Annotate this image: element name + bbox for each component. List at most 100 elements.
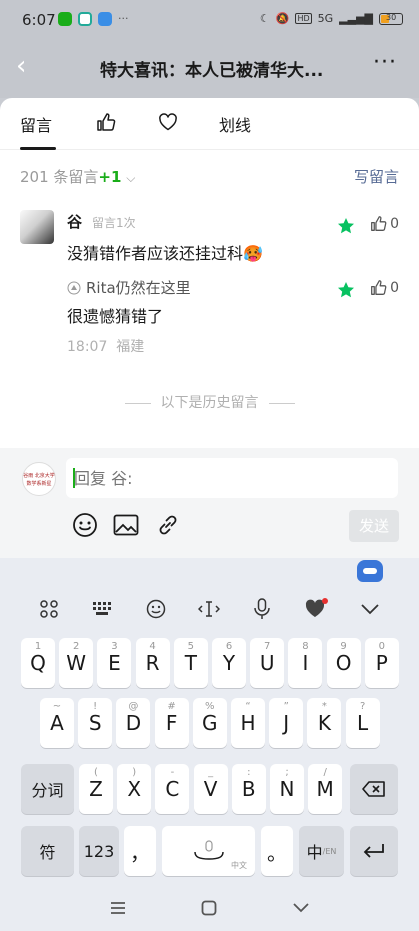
key-hint: : [247,767,251,778]
keyboard-layout-icon[interactable] [88,594,118,624]
key-t[interactable]: 5T [173,638,208,688]
key-hint: ! [93,701,98,712]
send-button[interactable]: 发送 [349,510,399,542]
comment-count[interactable]: 201 条留言+1 ⌵ [20,166,135,187]
key-m[interactable]: / M [308,764,343,814]
tab-comments[interactable]: 留言 [20,112,52,136]
key-q[interactable]: 1Q [21,638,55,688]
thumbs-up-icon [97,113,116,131]
key-hint: * [321,701,327,712]
fenci-key[interactable]: 分词 [21,764,74,814]
active-tab-indicator [20,147,56,150]
history-divider: 以下是历史留言 [0,392,419,412]
text-caret [73,468,75,488]
key-b[interactable]: :B [231,764,266,814]
key-label: B [241,777,256,801]
key-a[interactable]: ~ A [40,698,74,748]
key-u[interactable]: 7U [250,638,285,688]
numbers-key[interactable]: 123 [79,826,119,876]
app-icon [98,12,112,26]
reply-input[interactable] [66,458,398,498]
avatar[interactable]: 谷雨 北京大学 数学系新星 [22,462,56,496]
star-icon[interactable] [337,217,355,235]
key-y[interactable]: 6Y [212,638,246,688]
key-label: P [375,651,388,675]
tab-underline[interactable]: 划线 [219,112,251,136]
key-r[interactable]: 4R [135,638,170,688]
key-x[interactable]: ) X [117,764,152,814]
back-nav-icon[interactable] [289,896,313,920]
key-k[interactable]: * K [307,698,342,748]
key-label: N [279,777,295,801]
key-hint: # [167,701,176,712]
tab-favorite[interactable] [158,113,178,131]
mute-icon: 🔕 [275,12,290,25]
key-v[interactable]: _ V [193,764,228,814]
recycle-icon [78,12,92,26]
key-o[interactable]: 9O [326,638,361,688]
key-p[interactable]: 0P [364,638,399,688]
key-hint: ) [132,767,137,778]
reply-like-count: 0 [390,279,399,296]
like-button[interactable]: 0 [370,215,399,232]
write-comment-button[interactable]: 写留言 [354,166,399,187]
comment-text: 没猜错作者应该还挂过科🥵 [67,244,263,263]
emoji-icon[interactable] [72,512,98,538]
key-j[interactable]: ” J [269,698,304,748]
comment-author[interactable]: 谷 [67,211,82,232]
key-z[interactable]: (Z [79,764,113,814]
key-label: D [125,711,142,735]
key-hint: 8 [302,641,309,652]
more-button[interactable]: ··· [373,50,397,75]
key-label: I [302,651,309,675]
key-e[interactable]: 3E [97,638,132,688]
key-label: C [165,777,180,801]
status-time: 6:07 [22,11,56,29]
system-nav-bar [0,884,419,931]
space-key[interactable]: 中文 [162,826,255,876]
tab-like[interactable] [96,112,116,132]
grid-menu-icon[interactable] [34,594,64,624]
key-d[interactable]: @ D [116,698,151,748]
image-icon[interactable] [113,514,139,536]
star-icon[interactable] [337,281,355,299]
language-switch-key[interactable]: 中/EN [299,826,344,876]
article-header: ‹ 特大喜讯：本人已被清华大... ··· [0,40,419,98]
comment-time: 18:07 福建 [67,339,145,355]
key-g[interactable]: % G [192,698,227,748]
key-f[interactable]: # F [154,698,189,748]
key-s[interactable]: ! S [78,698,113,748]
key-i[interactable]: 8I [288,638,323,688]
key-w[interactable]: 2W [59,638,94,688]
collapse-keyboard-icon[interactable] [355,594,385,624]
key-label: T [184,651,197,675]
key-n[interactable]: ; N [270,764,304,814]
comment-location: 福建 [116,339,145,355]
chevron-down-icon: ⌵ [126,171,136,185]
key-c[interactable]: -C [155,764,190,814]
heart-skin-icon[interactable] [301,594,331,624]
key-l[interactable]: ? L [345,698,380,748]
emoji-icon[interactable] [141,594,171,624]
link-icon[interactable] [155,512,181,538]
hd-icon: HD [295,13,312,24]
microphone-icon[interactable] [247,594,277,624]
back-button[interactable]: ‹ [16,52,38,80]
keyboard-mascot-icon[interactable] [357,560,383,582]
key-h[interactable]: “H [231,698,265,748]
cursor-move-icon[interactable] [194,594,224,624]
reply-like-button[interactable]: 0 [370,279,399,296]
key-hint: 9 [340,641,347,652]
microphone-icon [193,840,224,860]
comma-key[interactable]: ， [124,826,156,876]
backspace-key[interactable] [350,764,398,814]
comment-meta: 留言1次 [92,216,136,230]
period-key[interactable]: 。 [261,826,293,876]
avatar[interactable] [20,210,54,244]
symbols-key[interactable]: 符 [21,826,74,876]
key-label: K [317,711,331,735]
enter-key[interactable] [350,826,398,876]
tab-bar: 留言 划线 [0,98,419,150]
home-icon[interactable] [197,896,221,920]
menu-icon[interactable] [106,896,130,920]
